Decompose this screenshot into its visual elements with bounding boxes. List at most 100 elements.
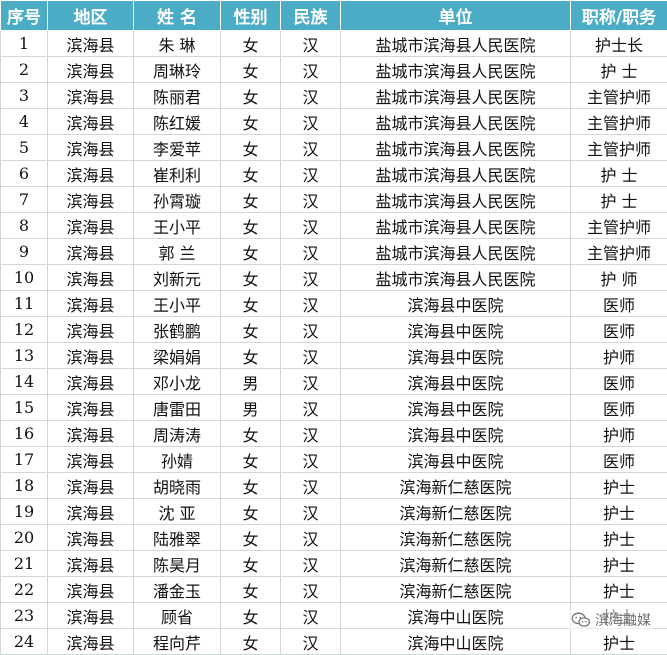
- cell-ethnicity: 汉: [281, 265, 341, 291]
- cell-region: 滨海县: [48, 135, 134, 161]
- cell-index: 6: [1, 161, 48, 187]
- cell-title: 护 士: [571, 187, 667, 213]
- cell-gender: 女: [221, 57, 281, 83]
- cell-name: 程向芹: [134, 629, 221, 655]
- cell-ethnicity: 汉: [281, 577, 341, 603]
- cell-name: 周涛涛: [134, 421, 221, 447]
- cell-index: 23: [1, 603, 48, 629]
- cell-title: 护士: [571, 577, 667, 603]
- cell-index: 11: [1, 291, 48, 317]
- cell-name: 陈昊月: [134, 551, 221, 577]
- cell-index: 19: [1, 499, 48, 525]
- cell-ethnicity: 汉: [281, 83, 341, 109]
- cell-name: 郭 兰: [134, 239, 221, 265]
- cell-gender: 女: [221, 265, 281, 291]
- cell-index: 16: [1, 421, 48, 447]
- cell-gender: 女: [221, 135, 281, 161]
- cell-name: 陈丽君: [134, 83, 221, 109]
- cell-name: 陈红媛: [134, 109, 221, 135]
- cell-title: 护 士: [571, 57, 667, 83]
- table-row: 12滨海县张鹤鹏女汉滨海县中医院医师: [1, 317, 667, 343]
- cell-region: 滨海县: [48, 473, 134, 499]
- cell-region: 滨海县: [48, 499, 134, 525]
- cell-name: 王小平: [134, 213, 221, 239]
- cell-index: 4: [1, 109, 48, 135]
- table-row: 7滨海县孙霄璇女汉盐城市滨海县人民医院护 士: [1, 187, 667, 213]
- cell-gender: 女: [221, 499, 281, 525]
- cell-index: 14: [1, 369, 48, 395]
- cell-index: 10: [1, 265, 48, 291]
- cell-index: 9: [1, 239, 48, 265]
- cell-name: 周琳玲: [134, 57, 221, 83]
- cell-unit: 滨海新仁慈医院: [341, 551, 571, 577]
- table-row: 5滨海县李爱苹女汉盐城市滨海县人民医院主管护师: [1, 135, 667, 161]
- cell-title: 护士: [571, 551, 667, 577]
- cell-ethnicity: 汉: [281, 421, 341, 447]
- cell-unit: 滨海县中医院: [341, 447, 571, 473]
- cell-index: 8: [1, 213, 48, 239]
- cell-ethnicity: 汉: [281, 109, 341, 135]
- cell-unit: 滨海县中医院: [341, 291, 571, 317]
- table-row: 24滨海县程向芹女汉滨海中山医院护士: [1, 629, 667, 655]
- table-row: 1滨海县朱 琳女汉盐城市滨海县人民医院护士长: [1, 31, 667, 57]
- cell-gender: 女: [221, 343, 281, 369]
- watermark: 滨海融媒: [569, 610, 653, 630]
- cell-unit: 滨海县中医院: [341, 421, 571, 447]
- cell-gender: 女: [221, 629, 281, 655]
- cell-index: 7: [1, 187, 48, 213]
- cell-unit: 盐城市滨海县人民医院: [341, 83, 571, 109]
- cell-title: 医师: [571, 291, 667, 317]
- cell-region: 滨海县: [48, 343, 134, 369]
- cell-region: 滨海县: [48, 317, 134, 343]
- cell-ethnicity: 汉: [281, 603, 341, 629]
- header-name: 姓 名: [134, 1, 221, 31]
- header-row: 序号 地区 姓 名 性别 民族 单位 职称/职务: [1, 1, 667, 31]
- cell-name: 邓小龙: [134, 369, 221, 395]
- cell-unit: 滨海新仁慈医院: [341, 577, 571, 603]
- cell-ethnicity: 汉: [281, 239, 341, 265]
- table-row: 17滨海县孙婧女汉滨海县中医院医师: [1, 447, 667, 473]
- header-index: 序号: [1, 1, 48, 31]
- cell-gender: 男: [221, 395, 281, 421]
- cell-unit: 盐城市滨海县人民医院: [341, 187, 571, 213]
- cell-region: 滨海县: [48, 31, 134, 57]
- cell-ethnicity: 汉: [281, 473, 341, 499]
- cell-title: 主管护师: [571, 135, 667, 161]
- cell-gender: 女: [221, 239, 281, 265]
- cell-ethnicity: 汉: [281, 291, 341, 317]
- cell-title: 护师: [571, 343, 667, 369]
- cell-title: 医师: [571, 395, 667, 421]
- cell-title: 护 师: [571, 265, 667, 291]
- watermark-text: 滨海融媒: [595, 610, 651, 630]
- table-row: 20滨海县陆雅翠女汉滨海新仁慈医院护士: [1, 525, 667, 551]
- cell-index: 15: [1, 395, 48, 421]
- cell-region: 滨海县: [48, 239, 134, 265]
- cell-title: 医师: [571, 447, 667, 473]
- cell-gender: 女: [221, 213, 281, 239]
- table-row: 13滨海县梁娟娟女汉滨海县中医院护师: [1, 343, 667, 369]
- cell-region: 滨海县: [48, 161, 134, 187]
- cell-ethnicity: 汉: [281, 395, 341, 421]
- table-row: 14滨海县邓小龙男汉滨海县中医院医师: [1, 369, 667, 395]
- cell-gender: 女: [221, 525, 281, 551]
- header-gender: 性别: [221, 1, 281, 31]
- cell-index: 24: [1, 629, 48, 655]
- cell-name: 刘新元: [134, 265, 221, 291]
- cell-ethnicity: 汉: [281, 57, 341, 83]
- cell-gender: 女: [221, 291, 281, 317]
- table-row: 9滨海县郭 兰女汉盐城市滨海县人民医院主管护师: [1, 239, 667, 265]
- cell-gender: 女: [221, 83, 281, 109]
- cell-gender: 女: [221, 551, 281, 577]
- cell-title: 主管护师: [571, 239, 667, 265]
- cell-index: 2: [1, 57, 48, 83]
- cell-region: 滨海县: [48, 629, 134, 655]
- cell-index: 3: [1, 83, 48, 109]
- cell-name: 潘金玉: [134, 577, 221, 603]
- cell-index: 12: [1, 317, 48, 343]
- cell-unit: 滨海新仁慈医院: [341, 499, 571, 525]
- table-row: 11滨海县王小平女汉滨海县中医院医师: [1, 291, 667, 317]
- cell-ethnicity: 汉: [281, 629, 341, 655]
- cell-index: 21: [1, 551, 48, 577]
- cell-title: 主管护师: [571, 83, 667, 109]
- cell-gender: 女: [221, 109, 281, 135]
